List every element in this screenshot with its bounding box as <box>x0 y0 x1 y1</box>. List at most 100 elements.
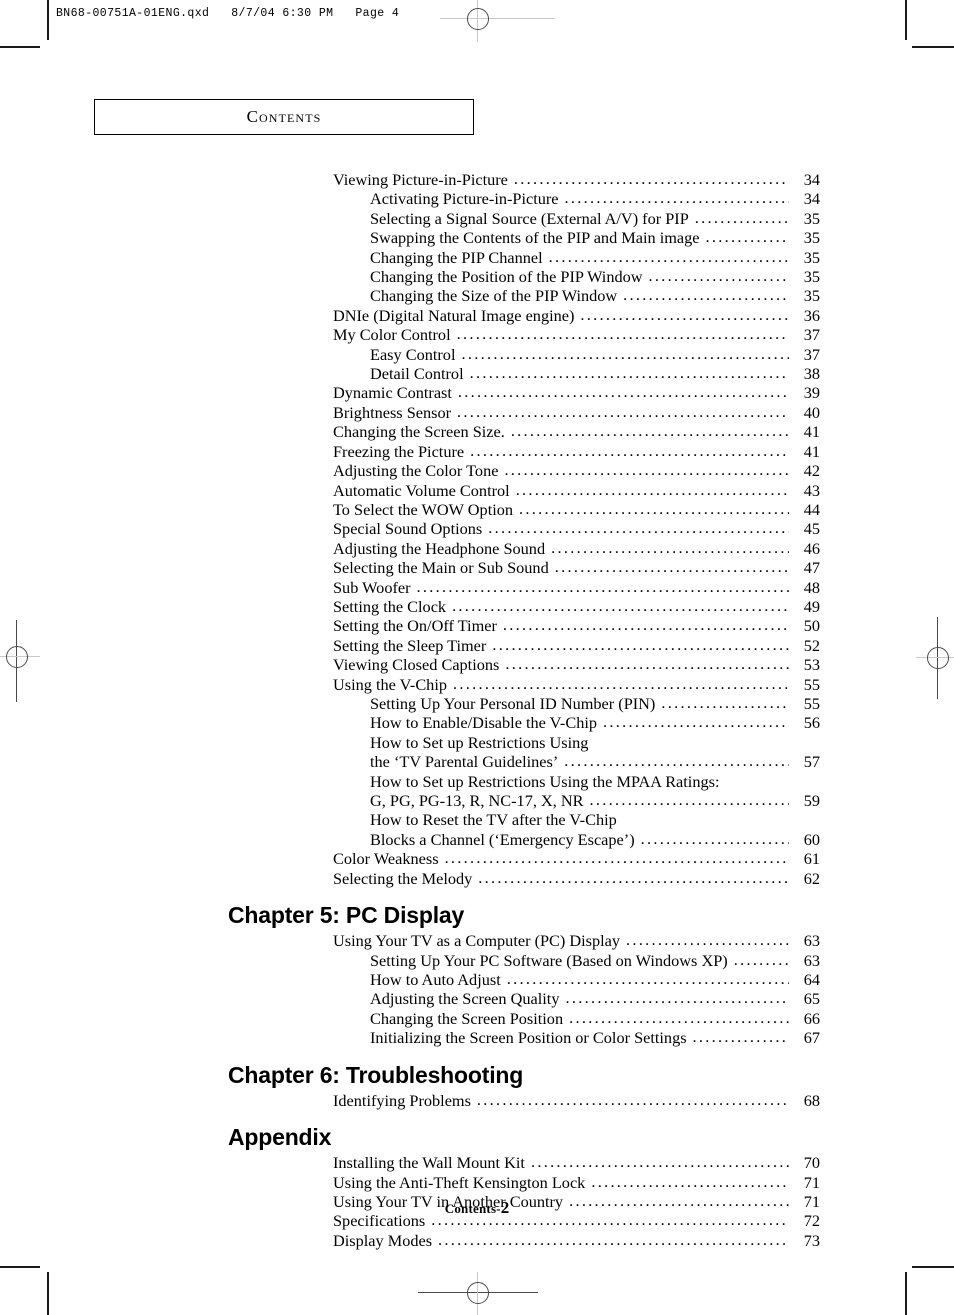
toc-entry-title: Detail Control <box>370 364 464 384</box>
toc-entry[interactable]: Viewing Closed Captions.................… <box>0 654 954 674</box>
toc-entry[interactable]: How to Set up Restrictions Using the MPA… <box>0 772 954 791</box>
toc-entry-title: To Select the WOW Option <box>333 499 514 519</box>
toc-entry[interactable]: Setting the Clock.......................… <box>0 596 954 616</box>
toc-entry[interactable]: How to Reset the TV after the V-Chip....… <box>0 810 954 829</box>
toc-entry[interactable]: Selecting the Melody....................… <box>0 868 954 888</box>
toc-entry[interactable]: Adjusting the Color Tone................… <box>0 460 954 481</box>
toc-leader-dots: ........................................… <box>705 227 789 247</box>
toc-entry-page-number: 42 <box>803 461 820 481</box>
toc-entry[interactable]: Color Weakness..........................… <box>0 848 954 869</box>
trim-mark-top-right-horizontal <box>912 46 954 48</box>
toc-leader-dots: ........................................… <box>580 304 789 324</box>
toc-leader-dots: ........................................… <box>457 382 789 402</box>
contents-heading-box: Contents <box>94 99 474 135</box>
toc-entry[interactable]: Changing the PIP Channel................… <box>0 247 954 267</box>
toc-entry[interactable]: Setting the Sleep Timer.................… <box>0 635 954 655</box>
toc-entry-page-number: 67 <box>803 1028 820 1048</box>
toc-entry-page-number: 35 <box>803 208 820 228</box>
toc-leader-dots: ........................................… <box>416 576 789 596</box>
toc-entry[interactable]: Dynamic Contrast........................… <box>0 382 954 403</box>
toc-entry[interactable]: Using Your TV as a Computer (PC) Display… <box>0 930 954 950</box>
toc-entry[interactable]: Changing the Screen Position............… <box>0 1007 954 1028</box>
toc-entry[interactable]: Freezing the Picture....................… <box>0 441 954 461</box>
toc-entry[interactable]: Changing the Screen Size................… <box>0 421 954 442</box>
toc-leader-dots: ........................................… <box>591 1171 789 1191</box>
toc-entry[interactable]: Setting Up Your Personal ID Number (PIN)… <box>0 693 954 713</box>
toc-entry[interactable]: Installing the Wall Mount Kit...........… <box>0 1152 954 1172</box>
toc-entry[interactable]: How to Auto Adjust......................… <box>0 968 954 989</box>
toc-leader-dots: ........................................… <box>476 1089 789 1109</box>
toc-entry[interactable]: Activating Picture-in-Picture...........… <box>0 188 954 208</box>
toc-entry-page-number: 61 <box>803 849 820 869</box>
toc-leader-dots: ........................................… <box>569 1007 789 1027</box>
toc-entry-title: Changing the Size of the PIP Window <box>370 286 618 306</box>
toc-entry-title: Display Modes <box>333 1230 433 1250</box>
toc-entry[interactable]: Adjusting the Screen Quality............… <box>0 988 954 1009</box>
toc-entry[interactable]: Easy Control............................… <box>0 344 954 364</box>
toc-entry-page-number: 46 <box>803 538 820 558</box>
toc-entry-title: Sub Woofer <box>333 577 411 597</box>
toc-entry[interactable]: Using the Anti-Theft Kensington Lock....… <box>0 1171 954 1192</box>
toc-entry-title: Identifying Problems <box>333 1090 471 1110</box>
toc-leader-dots: ........................................… <box>626 930 789 950</box>
toc-entry-title: Brightness Sensor <box>333 402 452 422</box>
toc-entry-page-number: 73 <box>803 1230 820 1250</box>
toc-leader-dots: ........................................… <box>589 790 790 809</box>
toc-entry[interactable]: Setting the On/Off Timer................… <box>0 615 954 635</box>
toc-entry-title: Adjusting the Headphone Sound <box>333 538 546 558</box>
toc-entry-page-number: 65 <box>803 989 820 1009</box>
toc-entry[interactable]: Automatic Volume Control................… <box>0 480 954 500</box>
toc-entry[interactable]: Selecting a Signal Source (External A/V)… <box>0 208 954 228</box>
toc-entry[interactable]: Brightness Sensor.......................… <box>0 402 954 422</box>
toc-entry-title: Adjusting the Color Tone <box>333 461 499 481</box>
toc-entry[interactable]: the ‘TV Parental Guidelines’............… <box>0 751 954 771</box>
page-canvas: BN68-00751A-01ENG.qxd 8/7/04 6:30 PM Pag… <box>0 0 954 1315</box>
chapter-heading: Appendix <box>228 1124 332 1151</box>
toc-leader-dots: ........................................… <box>564 751 789 771</box>
toc-entry[interactable]: Viewing Picture-in-Picture..............… <box>0 169 954 189</box>
toc-entry[interactable]: To Select the WOW Option................… <box>0 499 954 519</box>
toc-entry[interactable]: Swapping the Contents of the PIP and Mai… <box>0 227 954 247</box>
toc-entry[interactable]: Detail Control..........................… <box>0 363 954 384</box>
toc-entry[interactable]: My Color Control........................… <box>0 324 954 344</box>
toc-entry-page-number: 55 <box>803 693 820 713</box>
toc-entry-page-number: 44 <box>803 499 820 519</box>
toc-entry-title: Changing the PIP Channel <box>370 247 543 267</box>
toc-leader-dots: ........................................… <box>554 557 789 577</box>
toc-entry[interactable]: Identifying Problems....................… <box>0 1089 954 1110</box>
toc-entry[interactable]: Blocks a Channel (‘Emergency Escape’)...… <box>0 829 954 849</box>
toc-entry[interactable]: Changing the Position of the PIP Window.… <box>0 266 954 287</box>
toc-entry-page-number: 59 <box>803 791 820 810</box>
toc-entry[interactable]: DNIe (Digital Natural Image engine).....… <box>0 304 954 325</box>
toc-entry-page-number: 55 <box>803 674 820 694</box>
toc-entry-title: Changing the Position of the PIP Window <box>370 267 643 287</box>
toc-entry[interactable]: Display Modes...........................… <box>0 1230 954 1250</box>
toc-entry[interactable]: Setting Up Your PC Software (Based on Wi… <box>0 950 954 970</box>
toc-entry-page-number: 45 <box>803 519 820 539</box>
toc-entry[interactable]: G, PG, PG-13, R, NC-17, X, NR...........… <box>0 790 954 810</box>
toc-entry-page-number: 49 <box>803 596 820 616</box>
toc-leader-dots: ........................................… <box>469 363 789 383</box>
toc-leader-dots: ........................................… <box>505 654 789 674</box>
footer-label: Contents- <box>444 1201 501 1216</box>
toc-entry-title: Dynamic Contrast <box>333 383 452 403</box>
toc-entry-title: Setting the Clock <box>333 596 447 616</box>
page-footer: Contents-2 <box>0 1198 954 1218</box>
toc-entry-title: Changing the Screen Size. <box>333 422 505 442</box>
toc-entry[interactable]: Adjusting the Headphone Sound...........… <box>0 538 954 558</box>
toc-entry-page-number: 37 <box>803 344 820 364</box>
toc-entry[interactable]: Special Sound Options...................… <box>0 518 954 539</box>
toc-entry[interactable]: Initializing the Screen Position or Colo… <box>0 1027 954 1048</box>
toc-entry[interactable]: Sub Woofer..............................… <box>0 576 954 597</box>
trim-mark-top-right-vertical <box>905 0 907 40</box>
trim-mark-top-left-vertical <box>47 0 49 40</box>
trim-mark-bottom-right-horizontal <box>912 1266 954 1268</box>
toc-entry-page-number: 40 <box>803 402 820 422</box>
toc-entry-title: Selecting the Main or Sub Sound <box>333 558 549 578</box>
toc-entry[interactable]: How to Set up Restrictions Using........… <box>0 733 954 752</box>
toc-entry[interactable]: Selecting the Main or Sub Sound.........… <box>0 557 954 578</box>
toc-leader-dots: ........................................… <box>506 968 789 988</box>
toc-entry[interactable]: How to Enable/Disable the V-Chip........… <box>0 712 954 732</box>
toc-entry[interactable]: Changing the Size of the PIP Window.....… <box>0 285 954 306</box>
toc-entry[interactable]: Using the V-Chip........................… <box>0 674 954 694</box>
